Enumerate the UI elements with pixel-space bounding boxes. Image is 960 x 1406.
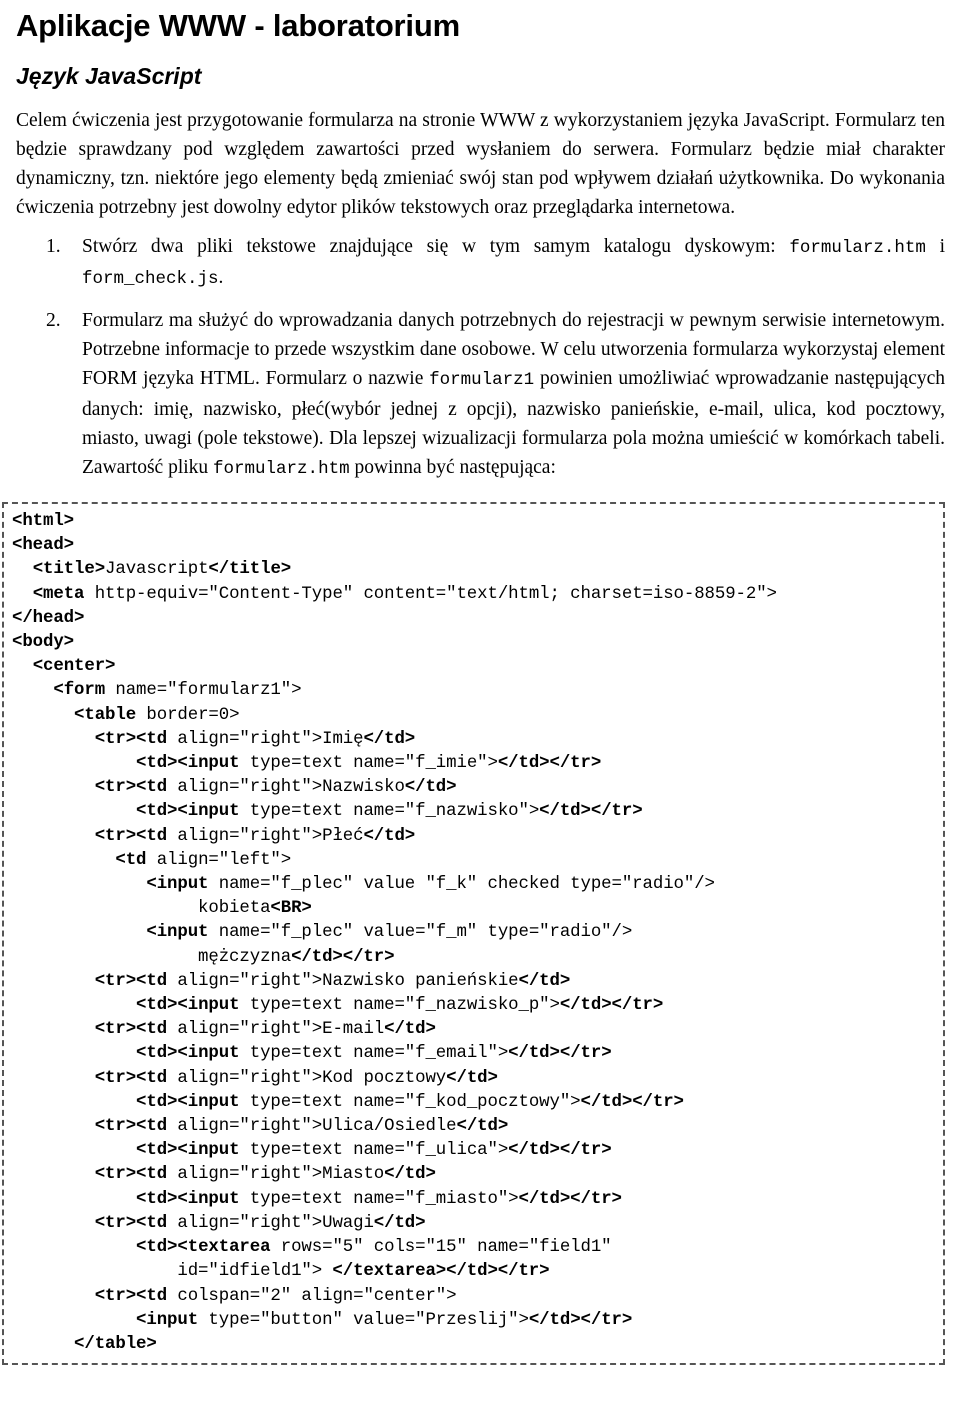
code-tag: </td></tr> — [291, 947, 395, 967]
task-item: Formularz ma służyć do wprowadzania dany… — [0, 306, 960, 484]
code-listing: <html> <head> <title>Javascript</title> … — [12, 512, 777, 1354]
page-subtitle: Język JavaScript — [16, 63, 202, 89]
task-list: Stwórz dwa pliki tekstowe znajdujące się… — [0, 232, 960, 484]
task-text: Stwórz dwa pliki tekstowe znajdujące się… — [82, 236, 790, 257]
code-tag: </head> — [12, 608, 85, 628]
code-tag: </td></tr> — [539, 802, 643, 822]
code-tag: <td><input — [136, 1044, 240, 1064]
code-tag: </td></tr> — [559, 996, 664, 1016]
code-inline: form_check.js — [82, 269, 219, 289]
code-tag: <center> — [32, 657, 116, 677]
code-tag: </td> — [456, 1117, 509, 1137]
code-tag: </td></tr> — [497, 754, 602, 774]
code-tag: <tr><td — [94, 729, 168, 749]
code-tag: <tr><td — [94, 971, 168, 991]
code-tag: <table — [74, 705, 137, 725]
code-tag: </textarea></td></tr> — [332, 1262, 550, 1282]
code-tag: </td></tr> — [508, 1044, 612, 1064]
code-inline: formularz1 — [429, 370, 535, 390]
code-tag: </title> — [208, 560, 292, 580]
code-tag: <td><input — [136, 754, 240, 774]
code-tag: <td><textarea — [136, 1238, 271, 1258]
code-tag: </td> — [518, 971, 571, 991]
task-text: i — [925, 236, 945, 257]
code-listing-block: <html> <head> <title>Javascript</title> … — [2, 502, 945, 1366]
code-tag: <input — [136, 1310, 199, 1330]
code-tag: <input — [146, 875, 209, 895]
code-tag: <input — [146, 923, 209, 943]
code-tag: </td> — [446, 1068, 498, 1088]
code-tag: <head> — [12, 536, 75, 556]
code-tag: <tr><td — [94, 1068, 168, 1088]
code-tag: </td></tr> — [580, 1092, 684, 1112]
code-tag: <td><input — [136, 996, 240, 1016]
code-tag: </td></tr> — [518, 1189, 622, 1209]
code-tag: <html> — [12, 512, 75, 531]
code-tag: <td><input — [136, 1141, 240, 1161]
task-item: Stwórz dwa pliki tekstowe znajdujące się… — [0, 232, 960, 294]
code-tag: <form — [53, 681, 106, 701]
code-tag: <body> — [12, 633, 75, 653]
code-tag: <td><input — [136, 1189, 240, 1209]
intro-paragraph: Celem ćwiczenia jest przygotowanie formu… — [16, 110, 945, 218]
code-inline: formularz.htm — [789, 238, 926, 258]
code-tag: </table> — [74, 1334, 157, 1354]
code-tag: <td><input — [136, 802, 240, 822]
code-tag: <tr><td — [94, 826, 168, 846]
code-tag: </td> — [363, 826, 416, 846]
code-tag: </td></tr> — [508, 1141, 612, 1161]
code-tag: </td> — [404, 778, 457, 798]
code-inline: formularz.htm — [213, 459, 350, 479]
code-tag: <tr><td — [94, 1286, 168, 1306]
code-tag: </td> — [363, 729, 416, 749]
code-tag: <tr><td — [94, 1117, 168, 1137]
code-tag: <tr><td — [94, 1020, 168, 1040]
code-tag: <meta — [32, 584, 85, 604]
code-tag: <td — [115, 850, 147, 870]
code-tag: </td> — [384, 1165, 436, 1185]
code-tag: <BR> — [270, 899, 312, 919]
code-tag: <tr><td — [94, 1165, 168, 1185]
page-title: Aplikacje WWW - laboratorium — [16, 8, 460, 43]
code-tag: <tr><td — [94, 778, 168, 798]
code-tag: </td></tr> — [528, 1310, 633, 1330]
code-tag: </td> — [373, 1213, 426, 1233]
code-tag: <tr><td — [94, 1213, 168, 1233]
task-text: . — [218, 267, 224, 288]
task-text: powinna być następująca: — [349, 457, 556, 478]
code-tag: <title> — [32, 560, 106, 580]
document-page: Aplikacje WWW - laboratorium Język JavaS… — [0, 0, 960, 1406]
code-tag: </td> — [384, 1020, 436, 1040]
code-tag: <td><input — [136, 1092, 240, 1112]
